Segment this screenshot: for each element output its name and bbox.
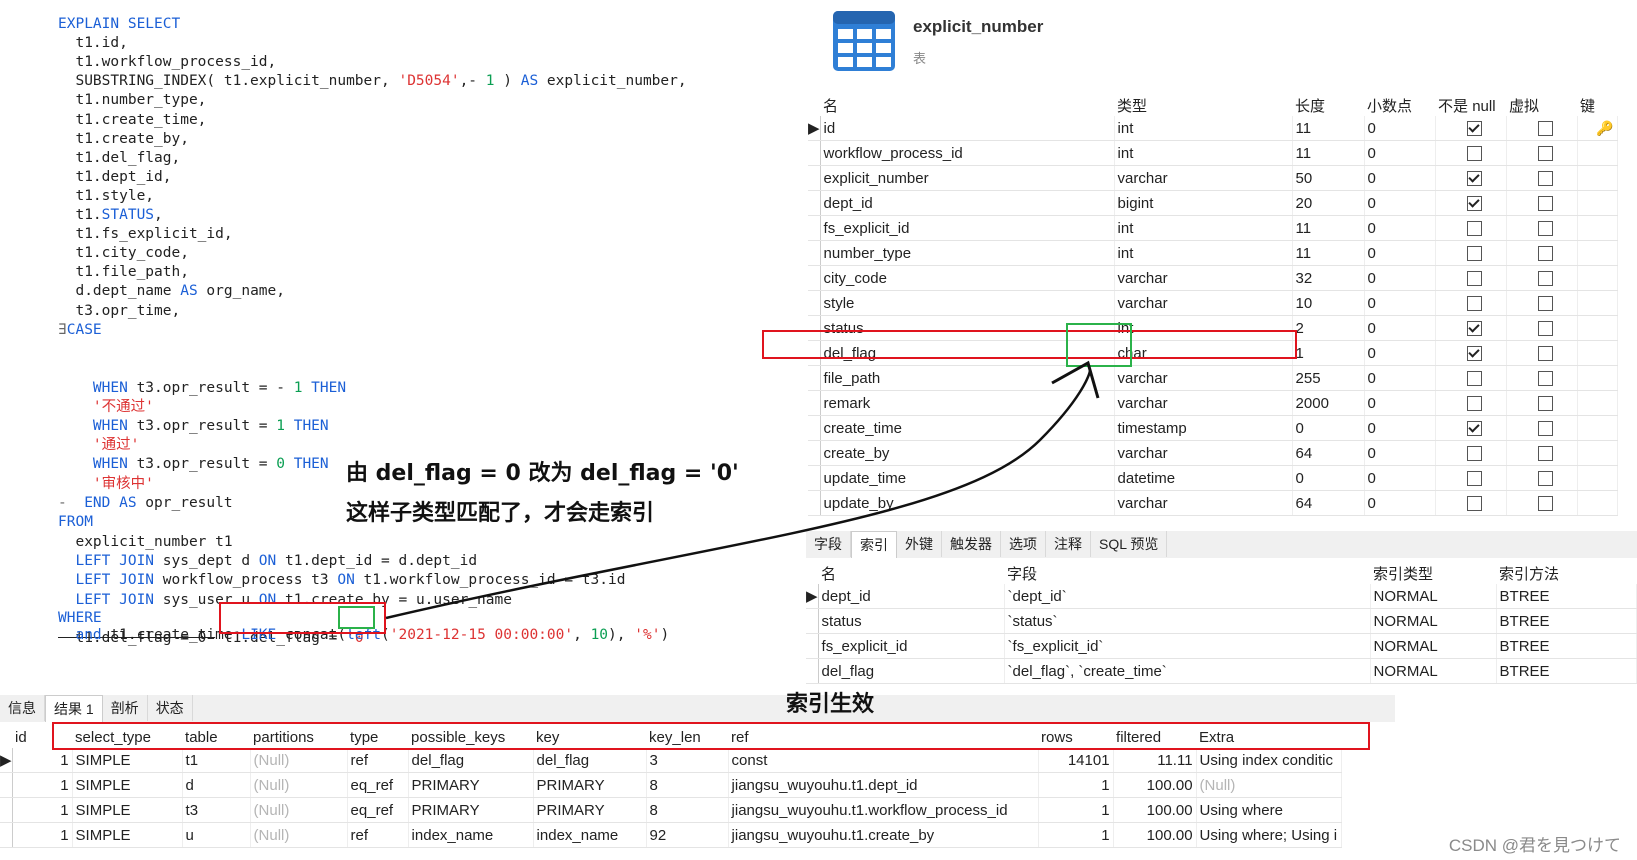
annotation-arrow [385,360,1100,620]
annotation-change-note: 由 del_flag = 0 改为 del_flag = '0' [346,461,739,486]
watermark: CSDN @君を見つけて [1448,836,1621,855]
annotation-index-effective: 索引生效 [786,692,875,717]
annotation-type-match-note: 这样子类型匹配了，才会走索引 [346,501,655,526]
